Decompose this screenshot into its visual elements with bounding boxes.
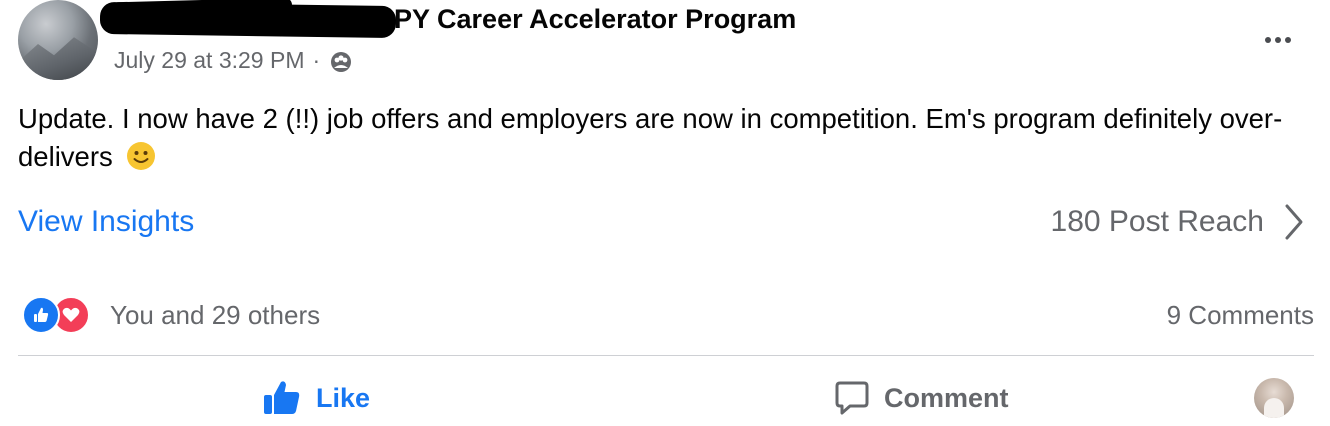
post-body: Update. I now have 2 (!!) job offers and… <box>18 100 1298 176</box>
meta-separator: · <box>312 47 321 73</box>
group-privacy-icon <box>331 51 352 72</box>
comments-count[interactable]: 9 Comments <box>1167 300 1314 331</box>
post-reach-text: 180 Post Reach <box>1050 205 1264 238</box>
post-meta: July 29 at 3:29 PM · <box>114 47 354 74</box>
like-reaction-icon <box>22 296 60 334</box>
comment-button[interactable]: Comment <box>834 380 1009 416</box>
current-user-avatar[interactable] <box>1254 378 1294 418</box>
author-avatar[interactable] <box>18 0 98 80</box>
reaction-icons[interactable] <box>22 296 90 334</box>
dot <box>1275 37 1281 43</box>
avatar-photo-mountains <box>18 37 98 80</box>
smiley-emoji-icon <box>127 142 156 170</box>
like-label: Like <box>316 382 371 413</box>
divider <box>18 355 1314 356</box>
more-options-icon[interactable] <box>1258 30 1298 50</box>
group-name[interactable]: PY Career Accelerator Program <box>394 4 796 34</box>
post-reach-button[interactable]: 180 Post Reach <box>1051 202 1306 242</box>
comment-label: Comment <box>884 382 1009 413</box>
avatar-figure <box>1264 398 1284 418</box>
reactions-summary[interactable]: You and 29 others <box>110 300 320 331</box>
chevron-right-icon <box>1285 204 1303 240</box>
view-insights-link[interactable]: View Insights <box>18 205 194 239</box>
like-button[interactable]: Like <box>262 380 370 416</box>
thumbs-up-icon <box>264 381 300 414</box>
dot <box>1285 37 1291 43</box>
dot <box>1265 37 1271 43</box>
comment-bubble-icon <box>835 381 869 415</box>
post-text: Update. I now have 2 (!!) job offers and… <box>18 103 1283 172</box>
post-timestamp[interactable]: July 29 at 3:29 PM <box>114 47 305 74</box>
